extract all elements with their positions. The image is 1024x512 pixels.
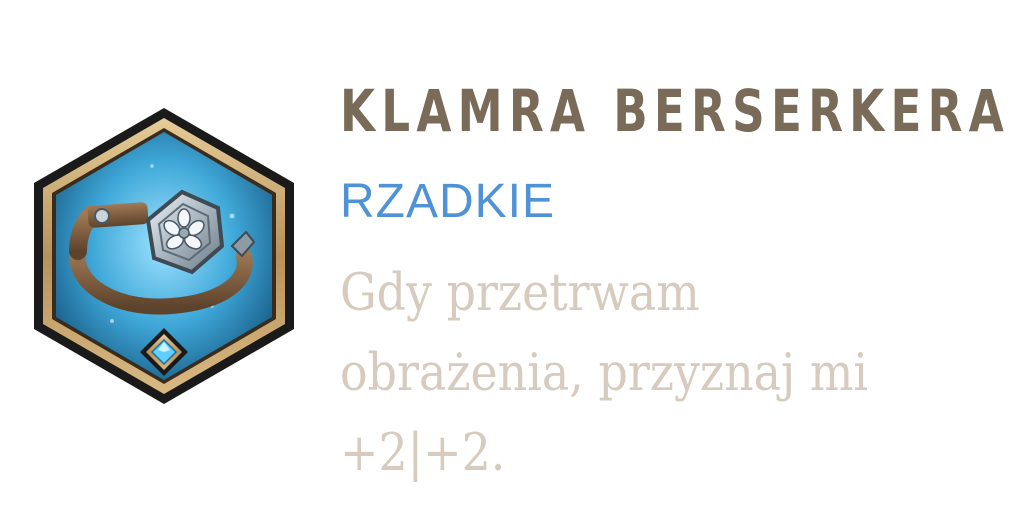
description-line: Gdy przetrwam (340, 264, 700, 323)
belt-buckle-icon (32, 106, 296, 406)
item-description: Gdy przetrwam obrażenia, przyznaj mi +2|… (340, 254, 934, 494)
item-name: KLAMRA BERSERKERA (340, 77, 1010, 145)
item-card: KLAMRA BERSERKERA RZADKIE Gdy przetrwam … (0, 0, 1024, 512)
item-rarity: RZADKIE (340, 175, 556, 228)
description-line: obrażenia, przyznaj mi (340, 344, 869, 403)
description-line: +2|+2. (340, 424, 506, 483)
